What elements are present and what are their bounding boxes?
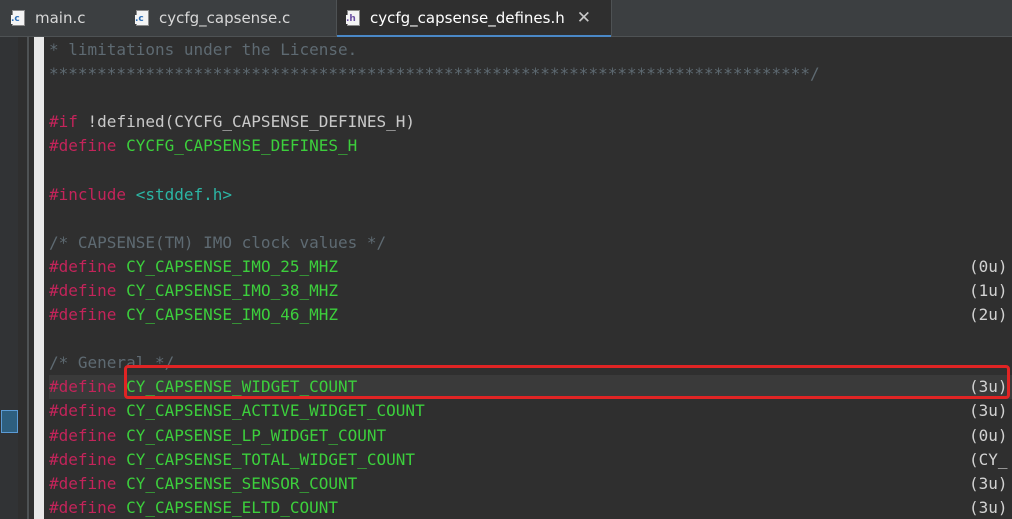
- code-line[interactable]: [49, 86, 1012, 110]
- macro-value: (3u): [969, 497, 1008, 517]
- preprocessor-directive: #define: [49, 256, 117, 276]
- code-line[interactable]: #define CY_CAPSENSE_IMO_25_MHZ (0u): [49, 255, 1012, 279]
- fold-strip: [34, 37, 44, 519]
- code-line[interactable]: [49, 207, 1012, 231]
- preprocessor-directive: #define: [49, 401, 117, 421]
- preprocessor-directive: #define: [49, 377, 117, 397]
- code-comment: /* General */: [49, 353, 175, 373]
- macro-name: CY_CAPSENSE_WIDGET_COUNT: [126, 377, 358, 397]
- code-line[interactable]: [49, 327, 1012, 351]
- current-line-marker: [1, 410, 18, 433]
- preprocessor-directive: #define: [49, 497, 117, 517]
- preprocessor-directive: #define: [49, 473, 117, 493]
- code-line[interactable]: * limitations under the License.: [49, 38, 1012, 62]
- code-line[interactable]: #define CY_CAPSENSE_ELTD_COUNT (3u): [49, 496, 1012, 519]
- code-line[interactable]: #include <stddef.h>: [49, 183, 1012, 207]
- editor-tab-bar: .c main.c .c cycfg_capsense.c .h cycfg_c…: [0, 0, 1012, 37]
- code-line[interactable]: ****************************************…: [49, 62, 1012, 86]
- preprocessor-directive: #define: [49, 136, 117, 156]
- macro-name: CY_CAPSENSE_IMO_25_MHZ: [126, 256, 338, 276]
- code-line[interactable]: #define CY_CAPSENSE_IMO_46_MHZ (2u): [49, 303, 1012, 327]
- macro-name: CY_CAPSENSE_LP_WIDGET_COUNT: [126, 425, 387, 445]
- tab-label: main.c: [35, 9, 86, 27]
- preprocessor-directive: #define: [49, 280, 117, 300]
- code-line[interactable]: [49, 158, 1012, 182]
- macro-name: CY_CAPSENSE_IMO_38_MHZ: [126, 280, 338, 300]
- macro-value: (3u): [969, 473, 1008, 493]
- macro-name: CY_CAPSENSE_SENSOR_COUNT: [126, 473, 358, 493]
- macro-name: CY_CAPSENSE_TOTAL_WIDGET_COUNT: [126, 449, 416, 469]
- tab-main-c[interactable]: .c main.c: [0, 0, 128, 36]
- editor-gutter: [0, 37, 18, 519]
- code-line[interactable]: /* CAPSENSE(TM) IMO clock values */: [49, 231, 1012, 255]
- macro-value: (CY_: [969, 449, 1008, 469]
- macro-name: CY_CAPSENSE_ACTIVE_WIDGET_COUNT: [126, 401, 425, 421]
- macro-value: (3u): [969, 377, 1008, 397]
- ide-window: .c main.c .c cycfg_capsense.c .h cycfg_c…: [0, 0, 1012, 519]
- tab-label: cycfg_capsense_defines.h: [370, 9, 565, 27]
- code-lines[interactable]: * limitations under the License. ********…: [49, 38, 1012, 519]
- tab-cycfg-capsense-defines-h[interactable]: .h cycfg_capsense_defines.h ✕: [336, 0, 612, 37]
- file-icon-letter: .c: [135, 14, 144, 24]
- code-line[interactable]: /* General */: [49, 351, 1012, 375]
- code-line[interactable]: #define CYCFG_CAPSENSE_DEFINES_H: [49, 134, 1012, 158]
- macro-value: (3u): [969, 401, 1008, 421]
- code-line[interactable]: #define CY_CAPSENSE_IMO_38_MHZ (1u): [49, 279, 1012, 303]
- file-icon-letter: .c: [11, 14, 20, 24]
- tab-label: cycfg_capsense.c: [159, 9, 291, 27]
- code-line[interactable]: #define CY_CAPSENSE_TOTAL_WIDGET_COUNT (C…: [49, 448, 1012, 472]
- close-icon[interactable]: ✕: [577, 9, 591, 27]
- preprocessor-directive: #include: [49, 184, 127, 204]
- code-line[interactable]: #if !defined(CYCFG_CAPSENSE_DEFINES_H): [49, 110, 1012, 134]
- code-line[interactable]: #define CY_CAPSENSE_SENSOR_COUNT (3u): [49, 472, 1012, 496]
- h-file-icon: .h: [346, 10, 360, 26]
- c-file-icon: .c: [11, 10, 25, 26]
- macro-name: CY_CAPSENSE_IMO_46_MHZ: [126, 305, 338, 325]
- preprocessor-directive: #if: [49, 112, 78, 132]
- preprocessor-directive: #define: [49, 425, 117, 445]
- code-comment: /* CAPSENSE(TM) IMO clock values */: [49, 232, 387, 252]
- macro-name: CYCFG_CAPSENSE_DEFINES_H: [126, 136, 358, 156]
- tab-cycfg-capsense-c[interactable]: .c cycfg_capsense.c: [128, 0, 336, 36]
- code-line[interactable]: #define CY_CAPSENSE_LP_WIDGET_COUNT (0u): [49, 424, 1012, 448]
- macro-value: (1u): [969, 280, 1008, 300]
- preprocessor-directive: #define: [49, 305, 117, 325]
- gutter-divider: [27, 37, 29, 519]
- c-file-icon: .c: [135, 10, 149, 26]
- macro-name: CY_CAPSENSE_ELTD_COUNT: [126, 497, 338, 517]
- code-line[interactable]: #define CY_CAPSENSE_WIDGET_COUNT (3u): [49, 375, 1012, 400]
- include-header: <stddef.h>: [135, 184, 233, 204]
- code-comment: ****************************************…: [49, 64, 820, 84]
- code-line[interactable]: #define CY_CAPSENSE_ACTIVE_WIDGET_COUNT (…: [49, 399, 1012, 423]
- macro-value: (0u): [969, 425, 1008, 445]
- preprocessor-directive: #define: [49, 449, 117, 469]
- file-icon-letter: .h: [346, 14, 356, 24]
- code-text: !defined(CYCFG_CAPSENSE_DEFINES_H): [77, 112, 416, 132]
- macro-value: (2u): [969, 305, 1008, 325]
- code-comment: * limitations under the License.: [49, 40, 358, 59]
- macro-value: (0u): [969, 256, 1008, 276]
